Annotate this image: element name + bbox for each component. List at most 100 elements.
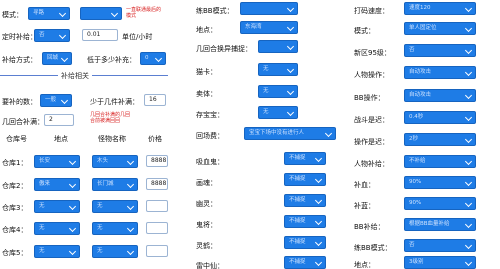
right-dropdown[interactable]: 自动攻击 [404,89,476,102]
timed-supply-input[interactable]: 0.01 [82,29,118,41]
hp-threshold-input[interactable]: 2 [44,114,74,126]
mid-dropdown[interactable] [240,2,298,15]
chevron-down-icon [286,108,295,117]
right-dropdown[interactable]: 不补给 [404,155,476,168]
warehouse-item-dropdown[interactable]: 长门城 [92,178,138,191]
right-label: 人物操作： [354,71,389,79]
warehouse-item-dropdown[interactable]: 木头 [92,155,138,168]
right-dropdown[interactable]: 否 [404,239,476,252]
mid-label: 雷中仙： [196,262,224,269]
warehouse-item-dropdown[interactable]: 无 [92,200,138,213]
chevron-down-icon [314,217,323,226]
mode-dropdown-2[interactable] [80,7,122,20]
mode-note: 一直联通最后的模式 [126,7,162,19]
mid-dropdown[interactable]: 不捕捉 [284,215,326,228]
mid-dropdown[interactable] [258,40,298,53]
chevron-down-icon [154,54,163,63]
mid-dropdown[interactable]: 不捕捉 [284,152,326,165]
mid-label: 回场费： [196,132,224,140]
chevron-down-icon [286,42,295,51]
timed-unit-label: 单位/小时 [122,33,153,41]
mode-label: 模式： [2,11,23,19]
right-label: BB操作： [354,94,385,102]
col-header-location: 地点 [54,135,68,143]
min-count-label: 少于几件补满： [90,98,139,106]
supply-count-label: 要补的数： [2,98,37,106]
warehouse-price-input[interactable] [146,245,168,257]
right-label: 练BB模式： [354,244,392,252]
mid-dropdown[interactable]: 无 [258,106,298,119]
chevron-down-icon [126,247,135,256]
mode-dropdown[interactable]: 寻路 [28,7,70,20]
warehouse-location-dropdown[interactable]: 无 [34,245,80,258]
supply-method-dropdown[interactable]: 回城 [42,52,72,65]
right-dropdown[interactable]: 90% [404,176,476,189]
mid-dropdown[interactable]: 宝宝下场中没有进行人 [244,127,336,140]
warehouse-location-dropdown[interactable]: 傲来 [34,178,80,191]
warehouse-name: 仓库2： [2,182,28,190]
chevron-down-icon [464,241,473,250]
warehouse-price-input[interactable]: 8888 [146,178,168,190]
col-header-item: 怪物名称 [98,135,126,143]
below-threshold-label: 低于多少补充： [87,56,136,64]
chevron-down-icon [314,175,323,184]
chevron-down-icon [314,196,323,205]
mid-dropdown[interactable]: 不捕捉 [284,194,326,207]
right-dropdown[interactable]: 根据BB血量补给 [404,218,476,231]
mid-dropdown[interactable]: 无 [258,85,298,98]
timed-supply-dropdown[interactable]: 否 [34,29,70,42]
chevron-down-icon [464,46,473,55]
warehouse-item-dropdown[interactable]: 无 [92,245,138,258]
chevron-down-icon [58,9,67,18]
chevron-down-icon [60,96,69,105]
warehouse-location-dropdown[interactable]: 无 [34,222,80,235]
mid-label: 吸血鬼： [196,158,224,166]
right-dropdown[interactable]: 速度120 [404,2,476,15]
chevron-down-icon [68,157,77,166]
warehouse-name: 仓库4： [2,226,28,234]
right-dropdown[interactable]: 3级别 [404,256,476,269]
chevron-down-icon [464,178,473,187]
chevron-down-icon [464,24,473,33]
chevron-down-icon [464,220,473,229]
col-header-warehouse: 仓库号 [6,135,27,143]
mid-label: 鬼将： [196,221,217,229]
warehouse-price-input[interactable]: 8888 [146,155,168,167]
mid-dropdown[interactable]: 不捕捉 [284,173,326,186]
warehouse-price-input[interactable] [146,200,168,212]
mid-dropdown[interactable]: 不捕捉 [284,236,326,249]
warehouse-price-input[interactable] [146,222,168,234]
chevron-down-icon [464,4,473,13]
right-label: 补蓝： [354,202,375,210]
hp-threshold-label: 几回合补满： [2,118,44,126]
chevron-down-icon [464,157,473,166]
mid-label: 画魂： [196,179,217,187]
right-dropdown[interactable]: 0.4秒 [404,111,476,124]
min-count-input[interactable]: 16 [144,94,166,106]
warehouse-location-dropdown[interactable]: 长安 [34,155,80,168]
chevron-down-icon [68,202,77,211]
chevron-down-icon [464,258,473,267]
right-label: 地点： [354,261,375,269]
right-label: 打码速度： [354,7,389,15]
supply-section-title: 补给相关 [58,71,92,81]
mid-label: 卖体： [196,90,217,98]
warehouse-item-dropdown[interactable]: 无 [92,222,138,235]
right-dropdown[interactable]: 90% [404,197,476,210]
below-threshold-dropdown[interactable]: 0 [140,52,166,65]
chevron-down-icon [68,180,77,189]
mid-label: 几回合换异捕捉： [196,45,252,53]
right-dropdown[interactable]: 2秒 [404,133,476,146]
chevron-down-icon [314,154,323,163]
right-dropdown[interactable]: 否 [404,44,476,57]
warehouse-location-dropdown[interactable]: 无 [34,200,80,213]
mid-dropdown[interactable]: 不捕捉 [284,256,326,269]
chevron-down-icon [464,68,473,77]
warehouse-name: 仓库3： [2,204,28,212]
mid-dropdown[interactable]: 无 [258,63,298,76]
right-dropdown[interactable]: 单人固定位 [404,22,476,35]
supply-count-dropdown[interactable]: 一般 [40,94,72,107]
timed-supply-label: 定时补给： [2,33,37,41]
mid-dropdown[interactable]: 东海湾 [240,21,298,34]
right-dropdown[interactable]: 自动攻击 [404,66,476,79]
